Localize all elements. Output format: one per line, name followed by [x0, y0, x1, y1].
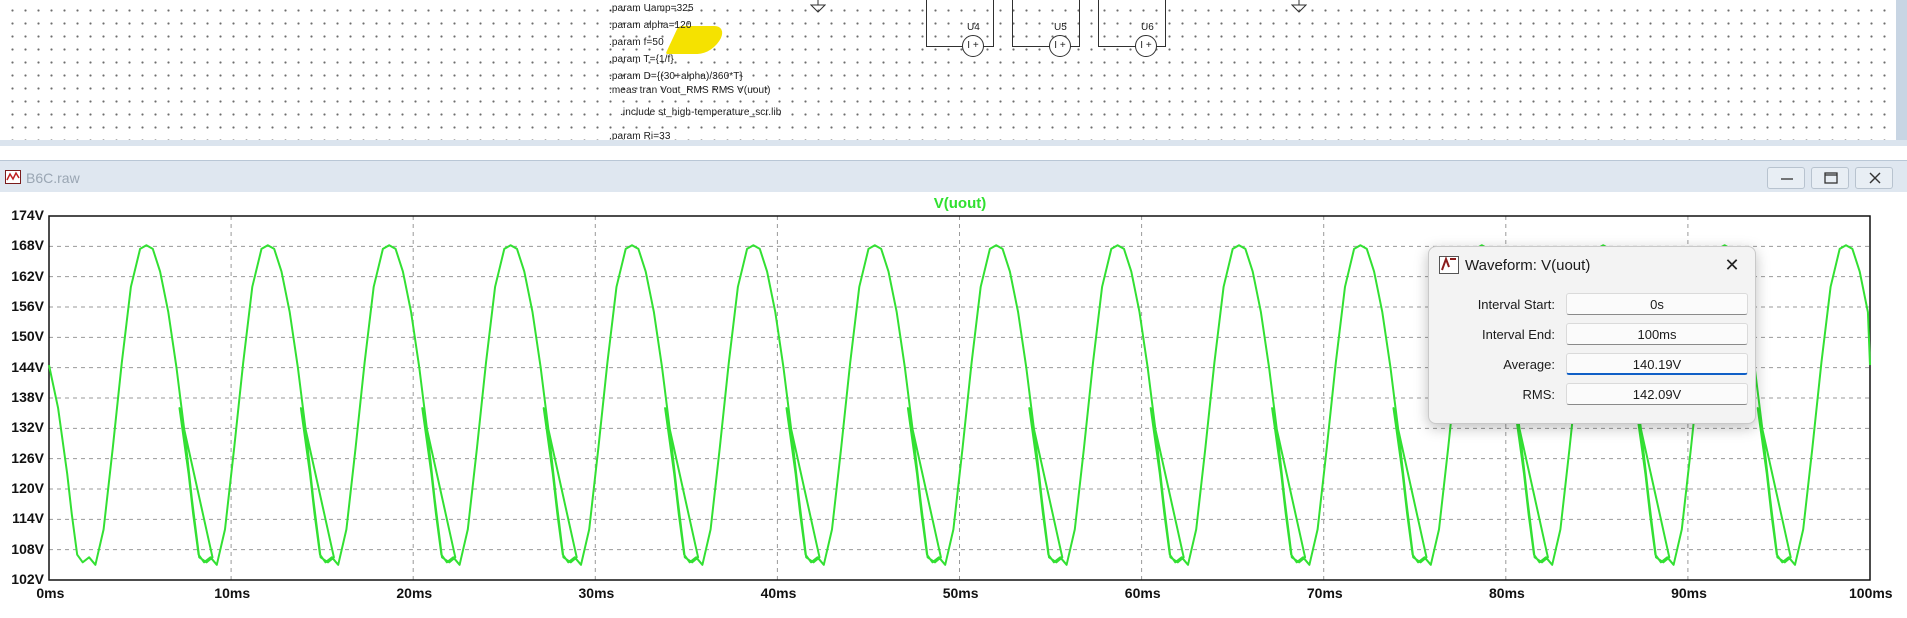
x-tick-label: 40ms [760, 585, 797, 601]
window-title-bar[interactable]: B6C.raw [0, 160, 1907, 193]
spice-directive[interactable]: .param Uamp=325 [609, 3, 694, 14]
waveform-icon [5, 170, 21, 184]
source-u6[interactable] [1098, 0, 1166, 47]
y-tick-label: 156V [11, 298, 44, 314]
schematic-scroll-edge[interactable] [1896, 0, 1907, 146]
y-tick-label: 150V [11, 328, 44, 345]
y-tick-label: 120V [11, 480, 44, 496]
spice-directive[interactable]: .include st_high-temperature_scr.lib [620, 107, 781, 118]
x-tick-label: 80ms [1489, 585, 1525, 601]
ground-icon [810, 0, 826, 13]
close-button[interactable] [1855, 167, 1893, 189]
y-tick-label: 144V [11, 358, 44, 375]
spice-directive[interactable]: .param alpha=120 [609, 20, 692, 31]
schematic-bottom-border [0, 140, 1907, 146]
interval-start-field[interactable]: 0s [1566, 293, 1748, 315]
source-label: U4 [967, 22, 980, 33]
spice-directive[interactable]: .param f=50 [609, 37, 664, 48]
spice-directive[interactable]: .meas tran Vout_RMS RMS V(uout) [609, 85, 771, 96]
maximize-icon [1824, 172, 1838, 184]
y-tick-label: 174V [11, 207, 44, 223]
average-field[interactable]: 140.19V [1566, 353, 1748, 375]
spice-directive[interactable]: .param T={1/f} [609, 54, 674, 65]
rms-label: RMS: [1522, 387, 1556, 402]
close-icon [1869, 172, 1881, 184]
current-source-icon[interactable]: I + [962, 35, 984, 57]
x-tick-label: 100ms [1849, 585, 1893, 601]
source-label: U5 [1054, 22, 1067, 33]
x-tick-label: 60ms [1124, 585, 1161, 601]
y-tick-label: 114V [12, 510, 44, 527]
y-tick-label: 126V [11, 449, 44, 466]
schematic-canvas[interactable]: .param Uamp=325 .param alpha=120 .param … [0, 0, 1907, 146]
minimize-button[interactable] [1767, 167, 1805, 189]
x-tick-label: 20ms [396, 585, 433, 601]
maximize-button[interactable] [1811, 167, 1849, 189]
current-source-icon[interactable]: I + [1135, 35, 1157, 57]
y-tick-label: 168V [11, 237, 44, 254]
y-tick-label: 162V [11, 267, 44, 284]
spice-directive[interactable]: .param D={(30+alpha)/360*T} [609, 71, 743, 82]
ltspice-icon [1439, 256, 1459, 274]
y-tick-label: 108V [11, 540, 44, 557]
y-tick-label: 132V [11, 419, 44, 436]
interval-start-label: Interval Start: [1477, 297, 1555, 312]
x-tick-label: 90ms [1671, 585, 1707, 601]
x-tick-label: 0ms [36, 585, 65, 601]
source-label: U6 [1141, 22, 1154, 33]
source-u4[interactable] [926, 0, 994, 47]
rms-field[interactable]: 142.09V [1566, 383, 1748, 405]
current-source-icon[interactable]: I + [1049, 35, 1071, 57]
waveform-measure-dialog: Waveform: V(uout) ✕ Interval Start: 0s I… [1428, 246, 1756, 424]
interval-end-label: Interval End: [1482, 327, 1555, 342]
y-tick-label: 138V [11, 389, 44, 405]
average-label: Average: [1503, 357, 1555, 372]
interval-end-field[interactable]: 100ms [1566, 323, 1748, 345]
dialog-title: Waveform: V(uout) [1465, 257, 1591, 274]
source-u5[interactable] [1012, 0, 1080, 47]
minimize-icon [1781, 178, 1793, 180]
trace-title[interactable]: V(uout) [900, 195, 1020, 212]
schematic-left-edge [0, 0, 4, 146]
x-tick-label: 10ms [214, 585, 251, 601]
x-tick-label: 50ms [942, 585, 979, 601]
ground-icon [1291, 0, 1307, 13]
x-tick-label: 70ms [1306, 585, 1343, 601]
x-tick-label: 30ms [578, 585, 615, 601]
window-title: B6C.raw [26, 170, 80, 186]
dialog-close-button[interactable]: ✕ [1719, 253, 1745, 277]
